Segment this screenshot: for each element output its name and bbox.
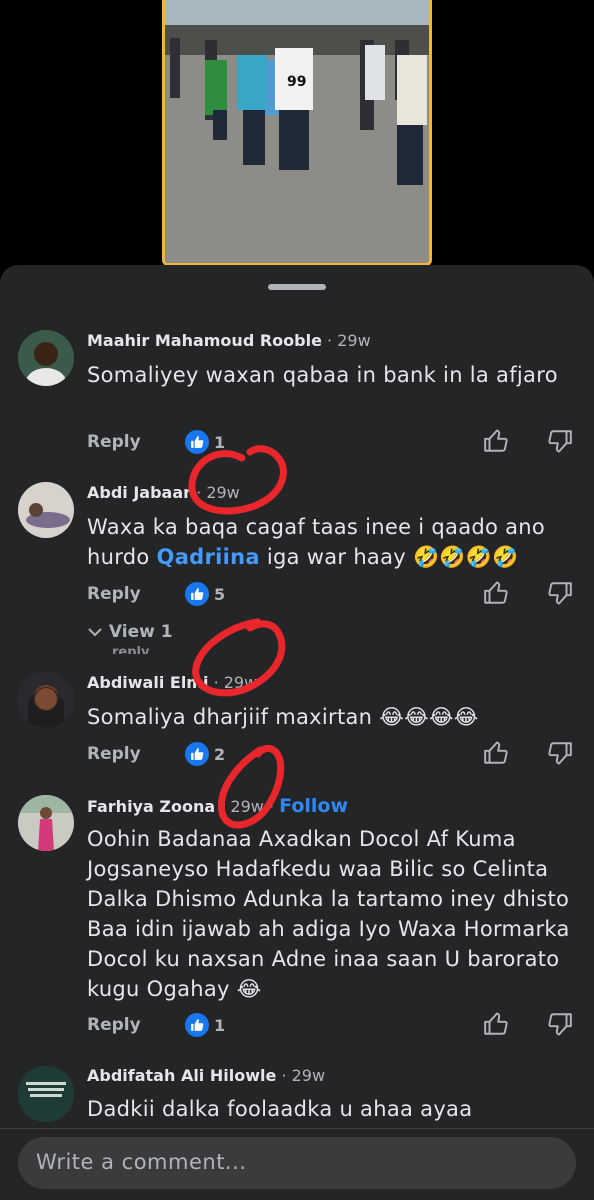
comment-actions: Reply 2 bbox=[87, 740, 577, 772]
thumbs-up-icon[interactable] bbox=[483, 428, 509, 454]
sheet-drag-handle[interactable] bbox=[268, 284, 326, 290]
commenter-name[interactable]: Maahir Mahamoud Rooble bbox=[87, 331, 322, 350]
view-replies-label-cont: reply bbox=[112, 646, 150, 654]
reply-button[interactable]: Reply bbox=[87, 744, 141, 764]
follow-button[interactable]: Follow bbox=[279, 795, 348, 817]
comment-time[interactable]: 29w bbox=[292, 1066, 325, 1085]
thumbs-up-icon[interactable] bbox=[483, 740, 509, 766]
like-reaction-icon bbox=[185, 582, 209, 606]
video-scene: 99 bbox=[165, 0, 429, 263]
comment-text-part: iga war haay bbox=[259, 545, 413, 569]
comment-text: Somaliyey waxan qabaa in bank in la afja… bbox=[87, 363, 558, 387]
emoji: 😂 bbox=[236, 977, 262, 1001]
video-area: 99 bbox=[0, 0, 594, 270]
comment-text: Oohin Badanaa Axadkan Docol Af Kuma Jogs… bbox=[87, 824, 577, 1004]
avatar[interactable] bbox=[18, 330, 74, 386]
comment-input[interactable]: Write a comment... bbox=[18, 1137, 576, 1189]
chevron-down-icon bbox=[88, 628, 102, 637]
comment-meta: Abdi Jabaar · 29w bbox=[87, 483, 240, 502]
like-count: 5 bbox=[214, 585, 226, 604]
reply-button[interactable]: Reply bbox=[87, 584, 141, 604]
comment-actions: Reply 1 bbox=[87, 1011, 577, 1043]
reply-button[interactable]: Reply bbox=[87, 1015, 141, 1035]
thumbs-down-icon[interactable] bbox=[547, 1011, 573, 1037]
comments-sheet bbox=[0, 265, 594, 1200]
separator-dot: · bbox=[327, 331, 333, 350]
view-replies-button[interactable]: View 1 bbox=[87, 622, 173, 642]
like-count: 1 bbox=[214, 433, 226, 452]
thumbs-down-icon[interactable] bbox=[547, 580, 573, 606]
thumbs-up-icon[interactable] bbox=[483, 1011, 509, 1037]
comment-time[interactable]: 29w bbox=[337, 331, 370, 350]
like-count: 1 bbox=[214, 1016, 226, 1035]
comment-meta: Abdiwali Elmi · 29w bbox=[87, 673, 257, 692]
avatar[interactable] bbox=[18, 1066, 74, 1122]
jersey-number: 99 bbox=[287, 74, 306, 90]
commenter-name[interactable]: Farhiya Zoona bbox=[87, 797, 215, 816]
comment-meta: Farhiya Zoona · 29w · Follow bbox=[87, 795, 348, 817]
video-thumbnail[interactable]: 99 bbox=[162, 0, 432, 266]
separator-dot: · bbox=[268, 797, 275, 816]
like-reaction-icon bbox=[185, 742, 209, 766]
comment-time[interactable]: 29w bbox=[206, 483, 239, 502]
comment-meta: Maahir Mahamoud Rooble · 29w bbox=[87, 331, 371, 350]
comment-time[interactable]: 29w bbox=[224, 673, 257, 692]
comment-time[interactable]: 29w bbox=[230, 797, 263, 816]
comment-meta: Abdifatah Ali Hilowle · 29w bbox=[87, 1066, 325, 1085]
comment-input-placeholder: Write a comment... bbox=[36, 1150, 247, 1174]
view-replies-label: View 1 bbox=[108, 622, 173, 642]
separator-dot: · bbox=[213, 673, 219, 692]
comment-text-part: Oohin Badanaa Axadkan Docol Af Kuma Jogs… bbox=[87, 827, 570, 1001]
comment-actions: Reply 1 bbox=[87, 428, 577, 460]
avatar[interactable] bbox=[18, 482, 74, 538]
emoji: 🤣🤣🤣🤣 bbox=[412, 545, 519, 569]
comment-text: Somaliya dharjiif maxirtan 😂😂😂😂 bbox=[87, 702, 577, 732]
separator-dot: · bbox=[196, 483, 202, 502]
mention-link[interactable]: Qadriina bbox=[157, 545, 260, 569]
comment-text: Waxa ka baqa cagaf taas inee i qaado ano… bbox=[87, 512, 577, 572]
commenter-name[interactable]: Abdifatah Ali Hilowle bbox=[87, 1066, 276, 1085]
commenter-name[interactable]: Abdiwali Elmi bbox=[87, 673, 208, 692]
comment-text-part: Somaliya dharjiif maxirtan bbox=[87, 705, 380, 729]
like-reaction-icon bbox=[185, 430, 209, 454]
separator-dot: · bbox=[220, 797, 226, 816]
separator-dot: · bbox=[281, 1066, 287, 1085]
comment-text: Dadkii dalka foolaadka u ahaa ayaa bbox=[87, 1097, 473, 1121]
comment-actions: Reply 5 bbox=[87, 580, 577, 612]
thumbs-down-icon[interactable] bbox=[547, 740, 573, 766]
like-reaction-icon bbox=[185, 1013, 209, 1037]
avatar[interactable] bbox=[18, 795, 74, 851]
commenter-name[interactable]: Abdi Jabaar bbox=[87, 483, 191, 502]
reply-button[interactable]: Reply bbox=[87, 432, 141, 452]
thumbs-up-icon[interactable] bbox=[483, 580, 509, 606]
avatar[interactable] bbox=[18, 672, 74, 728]
like-count: 2 bbox=[214, 745, 226, 764]
emoji: 😂😂😂😂 bbox=[379, 705, 479, 729]
thumbs-down-icon[interactable] bbox=[547, 428, 573, 454]
